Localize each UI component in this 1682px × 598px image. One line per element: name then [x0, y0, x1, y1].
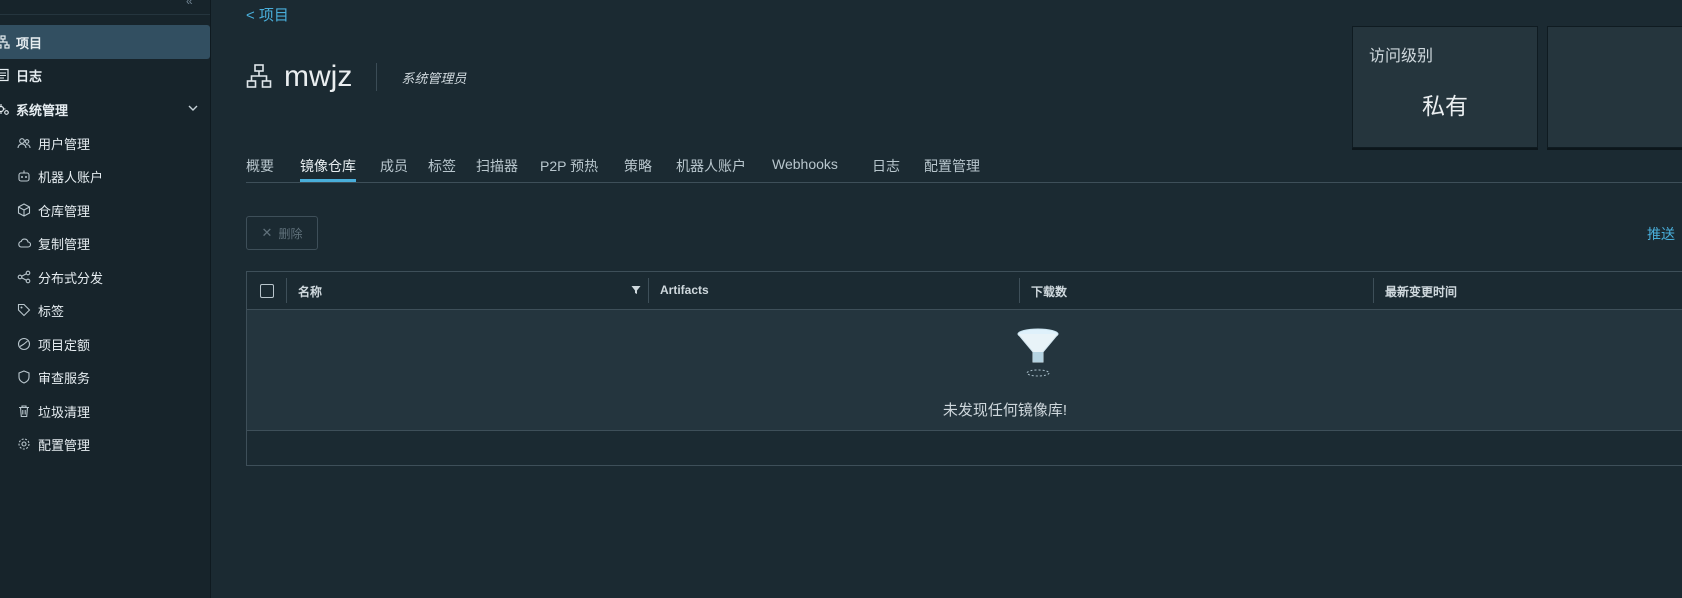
sidebar-item-user-management[interactable]: 用户管理 [0, 126, 210, 160]
close-icon: ✕ [261, 225, 273, 240]
quota-icon [17, 337, 31, 351]
title-divider [376, 63, 378, 91]
sidebar-item-label: 仓库管理 [38, 203, 91, 219]
project-role: 系统管理员 [401, 70, 467, 86]
trash-icon [17, 404, 31, 418]
tab-robot-accounts[interactable]: 机器人账户 [676, 156, 746, 182]
access-level-label: 访问级别 [1369, 48, 1434, 65]
sidebar-item-registries[interactable]: 仓库管理 [0, 193, 210, 227]
delete-button-label: 删除 [278, 226, 303, 241]
push-command-link[interactable]: 推送 [1647, 224, 1675, 244]
tab-labels[interactable]: 标签 [428, 156, 456, 182]
project-header: mwjz 系统管理员 [246, 60, 466, 94]
column-artifacts[interactable]: Artifacts [660, 283, 709, 297]
tab-policy[interactable]: 策略 [624, 156, 652, 182]
tab-webhooks[interactable]: Webhooks [772, 156, 838, 182]
project-icon [0, 35, 10, 49]
gear-icon [17, 437, 31, 451]
tab-scanner[interactable]: 扫描器 [476, 156, 518, 182]
shield-icon [17, 370, 31, 384]
tab-configuration[interactable]: 配置管理 [924, 156, 980, 182]
tag-icon [17, 303, 31, 317]
sidebar-item-label: 用户管理 [38, 136, 91, 152]
empty-funnel-icon [1016, 326, 1060, 381]
filter-icon[interactable] [630, 284, 642, 299]
sidebar-item-projects[interactable]: 项目 [0, 25, 210, 59]
sidebar: « 项目 日志 系统管理 用户管理 机器人账户 仓库管理 复制管理 分布式分发 … [0, 0, 211, 598]
sidebar-item-configuration[interactable]: 配置管理 [0, 427, 210, 461]
tab-p2p-preheat[interactable]: P2P 预热 [540, 156, 598, 182]
chevron-down-icon[interactable] [186, 101, 200, 118]
sidebar-item-logs[interactable]: 日志 [0, 58, 210, 92]
sidebar-item-label: 系统管理 [16, 102, 69, 118]
robot-icon [17, 169, 31, 183]
sidebar-item-labels[interactable]: 标签 [0, 293, 210, 327]
collapse-sidebar-icon[interactable]: « [186, 0, 193, 8]
sidebar-item-label: 项目 [16, 35, 43, 51]
column-name[interactable]: 名称 [298, 283, 322, 300]
sidebar-item-label: 分布式分发 [38, 270, 104, 286]
project-name: mwjz [284, 60, 353, 93]
project-icon [246, 63, 272, 92]
tab-logs[interactable]: 日志 [872, 156, 900, 182]
tab-repositories[interactable]: 镜像仓库 [300, 156, 356, 182]
main-content: < 项目 mwjz 系统管理员 访问级别 私有 概要 镜像仓库 成员 标签 扫描… [210, 0, 1682, 598]
column-last-modified[interactable]: 最新变更时间 [1385, 283, 1457, 300]
registry-icon [17, 203, 31, 217]
empty-message: 未发现任何镜像库! [942, 402, 1068, 419]
sidebar-item-label: 审查服务 [38, 370, 91, 386]
sidebar-item-label: 日志 [16, 68, 43, 84]
grid-header: 名称 Artifacts 下载数 最新变更时间 [247, 272, 1682, 310]
access-level-card: 访问级别 私有 [1352, 26, 1538, 148]
column-divider [648, 278, 649, 303]
sidebar-item-robot-accounts[interactable]: 机器人账户 [0, 159, 210, 193]
project-tabs: 概要 镜像仓库 成员 标签 扫描器 P2P 预热 策略 机器人账户 Webhoo… [246, 150, 1682, 183]
sidebar-item-project-quotas[interactable]: 项目定额 [0, 327, 210, 361]
access-level-value: 私有 [1422, 93, 1468, 119]
sidebar-item-garbage-collection[interactable]: 垃圾清理 [0, 394, 210, 428]
sidebar-divider [0, 14, 210, 15]
repositories-grid: 名称 Artifacts 下载数 最新变更时间 未发现任何镜像库! [246, 271, 1682, 466]
share-icon [17, 270, 31, 284]
sidebar-item-label: 项目定额 [38, 337, 91, 353]
back-to-projects-link[interactable]: < 项目 [246, 4, 289, 25]
quota-card [1547, 26, 1682, 148]
delete-button[interactable]: ✕ 删除 [246, 216, 318, 250]
sidebar-item-replications[interactable]: 复制管理 [0, 226, 210, 260]
column-divider [286, 278, 287, 303]
sidebar-item-interrogation-services[interactable]: 审查服务 [0, 360, 210, 394]
grid-footer: 1 [247, 431, 1682, 466]
grid-empty-placeholder: 未发现任何镜像库! [247, 310, 1682, 431]
select-all-checkbox[interactable] [260, 284, 274, 298]
users-icon [17, 136, 31, 150]
column-divider [1019, 278, 1020, 303]
tab-summary[interactable]: 概要 [246, 156, 274, 182]
tab-members[interactable]: 成员 [380, 156, 408, 182]
sidebar-item-system-admin[interactable]: 系统管理 [0, 92, 210, 126]
sidebar-item-label: 垃圾清理 [38, 404, 91, 420]
log-icon [0, 68, 10, 82]
sidebar-item-label: 机器人账户 [38, 169, 104, 185]
sidebar-item-distribution[interactable]: 分布式分发 [0, 260, 210, 294]
column-pulls[interactable]: 下载数 [1031, 283, 1067, 300]
cloud-replication-icon [17, 236, 31, 250]
sidebar-item-label: 配置管理 [38, 437, 91, 453]
sidebar-item-label: 标签 [38, 303, 65, 319]
system-admin-icon [0, 102, 10, 116]
column-divider [1373, 278, 1374, 303]
sidebar-item-label: 复制管理 [38, 236, 91, 252]
